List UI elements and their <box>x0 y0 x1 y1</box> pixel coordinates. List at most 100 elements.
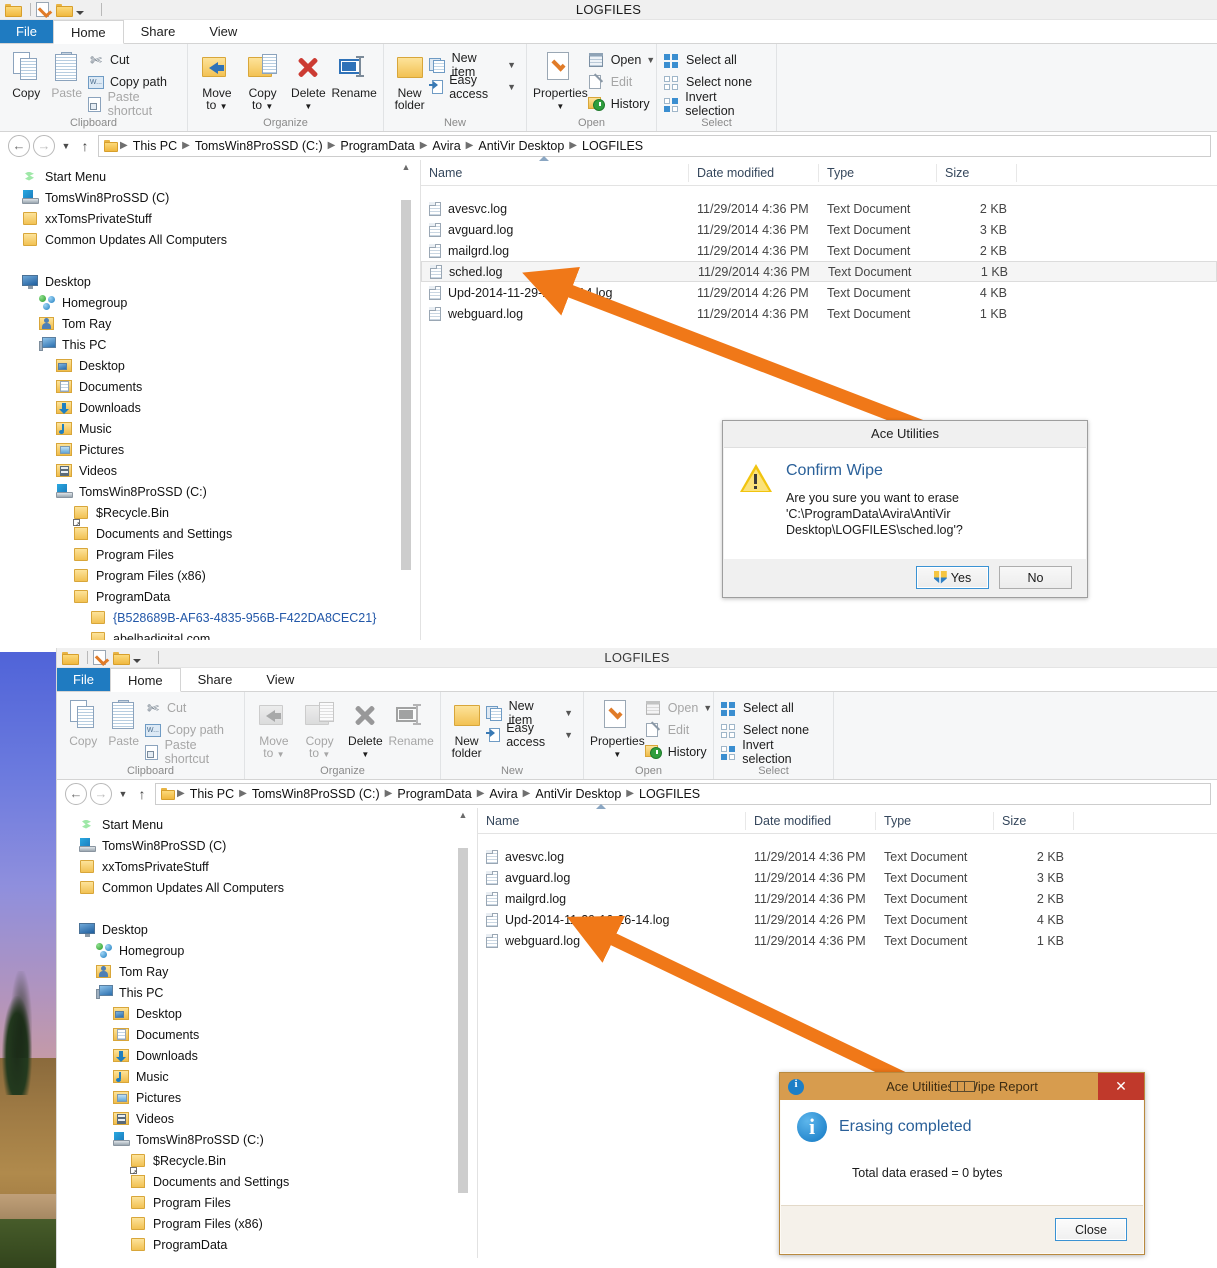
column-header-size[interactable]: Size <box>994 811 1074 830</box>
cut-button[interactable]: ✄ Cut <box>87 50 181 70</box>
breadcrumb-item-this-pc[interactable]: This PC <box>129 139 181 153</box>
tab-home[interactable]: Home <box>109 668 181 692</box>
table-row[interactable]: avguard.log 11/29/2014 4:36 PM Text Docume… <box>421 219 1217 240</box>
delete-button[interactable]: Delete ▼ <box>343 695 389 761</box>
paste-button[interactable]: Paste <box>46 47 86 99</box>
tree-item[interactable]: Documents and Settings <box>22 518 421 544</box>
tree-item[interactable]: $Recycle.Bin <box>79 1150 478 1171</box>
tree-item[interactable]: Program Files <box>22 544 421 565</box>
table-row[interactable]: webguard.log 11/29/2014 4:36 PM Text Docum… <box>421 303 1217 324</box>
copy-button[interactable]: Copy <box>63 695 103 747</box>
open-button[interactable]: Open ▼ <box>588 50 660 70</box>
scroll-up-icon[interactable]: ▲ <box>456 808 470 822</box>
paste-shortcut-button[interactable]: Paste shortcut <box>87 90 181 118</box>
tree-item[interactable]: xxTomsPrivateStuff <box>22 208 421 229</box>
breadcrumb-item-programdata[interactable]: ProgramData <box>336 139 418 153</box>
new-folder-button[interactable]: New folder <box>447 695 486 759</box>
tab-share[interactable]: Share <box>124 20 193 43</box>
breadcrumb[interactable]: ▶ This PC ▶ TomsWin8ProSSD (C:) ▶ Progra… <box>98 134 1211 157</box>
column-header-name[interactable]: Name <box>478 811 746 830</box>
tree-item[interactable]: Desktop <box>79 1003 478 1024</box>
move-to-button[interactable]: Move to ▼ <box>194 47 240 113</box>
recent-locations-icon[interactable]: ▼ <box>115 789 131 799</box>
copy-to-button[interactable]: Copy to ▼ <box>297 695 343 761</box>
invert-selection-button[interactable]: Invert selection <box>663 90 770 118</box>
history-button[interactable]: History <box>645 742 717 762</box>
tree-item[interactable]: Documents and Settings <box>79 1166 478 1192</box>
back-button[interactable]: ← <box>8 134 30 157</box>
tree-item[interactable]: TomsWin8ProSSD (C) <box>79 835 478 856</box>
tree-item[interactable]: Documents <box>79 1024 478 1045</box>
copy-button[interactable]: Copy <box>6 47 46 99</box>
forward-button[interactable]: → <box>33 134 55 157</box>
invert-selection-button[interactable]: Invert selection <box>720 738 827 766</box>
properties-button[interactable]: Properties ▼ <box>533 47 588 113</box>
easy-access-button[interactable]: Easy access ▼ <box>429 73 520 101</box>
no-button[interactable]: No <box>999 566 1072 589</box>
select-none-button[interactable]: Select none <box>663 72 770 92</box>
tree-item[interactable]: Common Updates All Computers <box>79 877 478 898</box>
select-all-button[interactable]: Select all <box>663 50 770 70</box>
new-folder-button[interactable]: New folder <box>390 47 429 111</box>
tree-item[interactable]: Common Updates All Computers <box>22 229 421 250</box>
copy-path-button[interactable]: W... Copy path <box>87 72 181 92</box>
column-header-date[interactable]: Date modified <box>689 163 819 182</box>
tree-item[interactable]: Start Menu <box>22 166 421 187</box>
tab-view[interactable]: View <box>192 20 254 43</box>
tab-home[interactable]: Home <box>52 20 124 44</box>
nav-scroll-thumb[interactable] <box>458 848 468 1193</box>
tree-item[interactable]: TomsWin8ProSSD (C:) <box>79 1129 478 1150</box>
breadcrumb[interactable]: ▶ This PC ▶ TomsWin8ProSSD (C:) ▶ Progra… <box>155 782 1211 805</box>
breadcrumb-item-drive[interactable]: TomsWin8ProSSD (C:) <box>191 139 327 153</box>
column-header-type[interactable]: Type <box>876 811 994 830</box>
new-item-button[interactable]: New item ▼ <box>486 699 577 727</box>
tab-file[interactable]: File <box>57 668 110 691</box>
up-button[interactable]: ↑ <box>133 786 151 802</box>
tree-item[interactable]: $Recycle.Bin <box>22 502 421 523</box>
tree-item[interactable]: TomsWin8ProSSD (C:) <box>22 481 421 502</box>
tree-item[interactable]: Program Files (x86) <box>79 1213 478 1234</box>
tree-item[interactable]: TomsWin8ProSSD (C) <box>22 187 421 208</box>
close-dialog-button[interactable]: Close <box>1055 1218 1127 1241</box>
breadcrumb-item-logfiles[interactable]: LOGFILES <box>578 139 647 153</box>
tree-item[interactable]: Music <box>79 1066 478 1087</box>
delete-button[interactable]: Delete ▼ <box>286 47 332 113</box>
edit-button[interactable]: Edit <box>588 72 660 92</box>
tree-item[interactable]: Videos <box>22 460 421 481</box>
copy-to-button[interactable]: Copy to ▼ <box>240 47 286 113</box>
column-header-date[interactable]: Date modified <box>746 811 876 830</box>
tree-item[interactable]: Homegroup <box>22 292 421 313</box>
up-button[interactable]: ↑ <box>76 138 94 154</box>
table-row[interactable]: sched.log 11/29/2014 4:36 PM Text Document… <box>421 261 1217 282</box>
paste-shortcut-button[interactable]: Paste shortcut <box>144 738 238 766</box>
breadcrumb-item-programdata[interactable]: ProgramData <box>393 787 475 801</box>
tree-item[interactable]: ProgramData <box>22 586 421 607</box>
tree-item[interactable]: This PC <box>22 334 421 355</box>
breadcrumb-item-antivir[interactable]: AntiVir Desktop <box>474 139 568 153</box>
breadcrumb-item-logfiles[interactable]: LOGFILES <box>635 787 704 801</box>
scroll-up-icon[interactable]: ▲ <box>399 160 413 174</box>
breadcrumb-item-drive[interactable]: TomsWin8ProSSD (C:) <box>248 787 384 801</box>
tree-item[interactable]: Videos <box>79 1108 478 1129</box>
nav-scrollbar[interactable]: ▲ <box>456 808 470 1258</box>
tree-item[interactable]: Tom Ray <box>22 313 421 334</box>
tree-item[interactable]: Program Files (x86) <box>22 565 421 586</box>
forward-button[interactable]: → <box>90 782 112 805</box>
tab-file[interactable]: File <box>0 20 53 43</box>
move-to-button[interactable]: Move to ▼ <box>251 695 297 761</box>
table-row[interactable]: mailgrd.log 11/29/2014 4:36 PM Text Docume… <box>421 240 1217 261</box>
tree-item[interactable]: Downloads <box>22 397 421 418</box>
back-button[interactable]: ← <box>65 782 87 805</box>
select-all-button[interactable]: Select all <box>720 698 827 718</box>
tree-item[interactable]: Desktop <box>22 355 421 376</box>
properties-button[interactable]: Properties ▼ <box>590 695 645 761</box>
breadcrumb-item-antivir[interactable]: AntiVir Desktop <box>531 787 625 801</box>
tab-share[interactable]: Share <box>181 668 250 691</box>
table-row[interactable]: avesvc.log 11/29/2014 4:36 PM Text Documen… <box>478 846 1217 867</box>
copy-path-button[interactable]: W... Copy path <box>144 720 238 740</box>
breadcrumb-item-avira[interactable]: Avira <box>428 139 464 153</box>
column-header-type[interactable]: Type <box>819 163 937 182</box>
tree-item[interactable]: Downloads <box>79 1045 478 1066</box>
tree-item[interactable]: Start Menu <box>79 814 478 835</box>
nav-scrollbar[interactable]: ▲ <box>399 160 413 640</box>
